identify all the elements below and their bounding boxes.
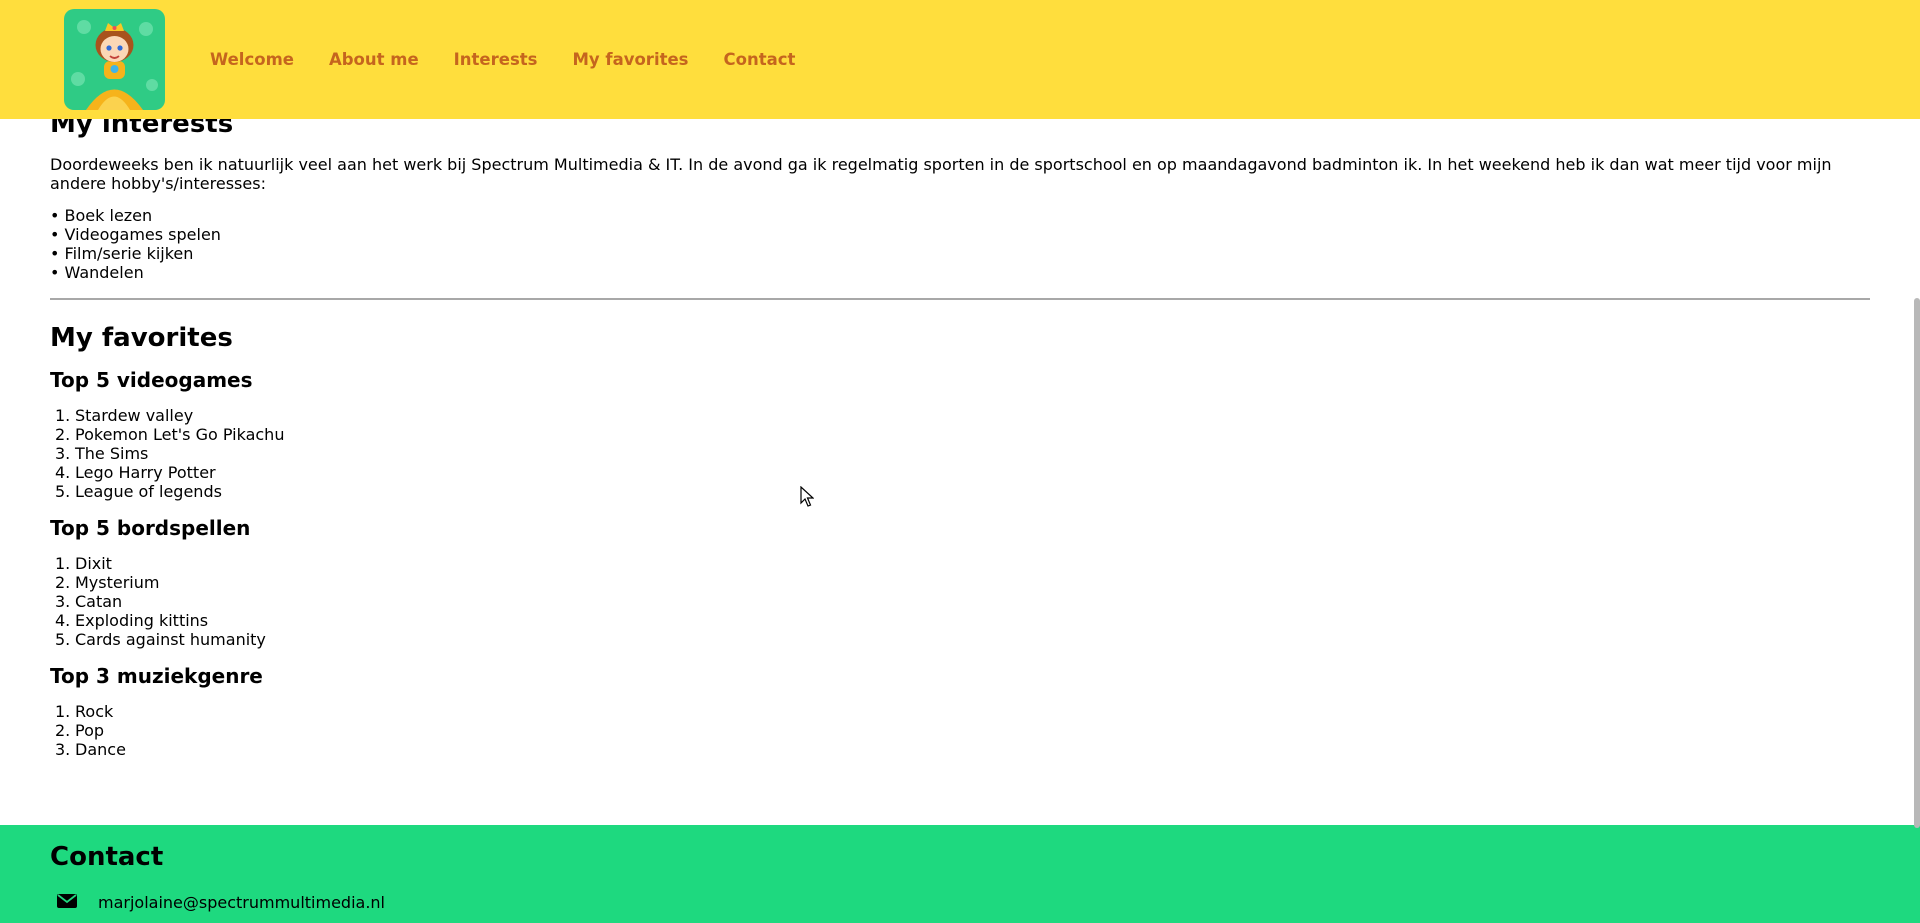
interests-text: Doordeweeks ben ik natuurlijk veel aan h… (50, 155, 1832, 193)
nav-link-about-me[interactable]: About me (329, 50, 419, 69)
list-item: 3. Dance (55, 740, 126, 759)
list-item: Videogames spelen (50, 225, 221, 244)
nav-link-contact[interactable]: Contact (724, 50, 796, 69)
logo-avatar[interactable] (64, 9, 165, 110)
boardgames-list: 1. Dixit 2. Mysterium 3. Catan 4. Exploding … (50, 554, 266, 649)
music-list: 1. Rock 2. Pop 3. Dance (50, 702, 126, 759)
list-item: Wandelen (50, 263, 221, 282)
list-item: Boek lezen (50, 206, 221, 225)
list-item: 4. Exploding kittins (55, 611, 209, 630)
envelope-icon (57, 894, 77, 908)
list-item: 4. Lego Harry Potter (55, 463, 216, 482)
list-item: 2. Pokemon Let's Go Pikachu (55, 425, 285, 444)
list-item: 3. Catan (55, 592, 123, 611)
nav-link-my-favorites[interactable]: My favorites (572, 50, 688, 69)
list-item: Film/serie kijken (50, 244, 221, 263)
list-item: 2. Pop (55, 721, 105, 740)
videogames-heading: Top 5 videogames (50, 368, 253, 392)
section-divider (50, 298, 1870, 300)
boardgames-heading: Top 5 bordspellen (50, 516, 251, 540)
list-item: 1. Stardew valley (55, 406, 194, 425)
list-item: 1. Rock (55, 702, 114, 721)
list-item: 1. Dixit (55, 554, 112, 573)
videogames-list: 1. Stardew valley 2. Pokemon Let's Go Pika… (50, 406, 284, 501)
music-heading: Top 3 muziekgenre (50, 664, 263, 688)
page-scrollbar[interactable] (1914, 298, 1920, 828)
hobby-list: Boek lezen Videogames spelen Film/serie … (50, 206, 221, 282)
list-item: 3. The Sims (55, 444, 149, 463)
list-item: 5. League of legends (55, 482, 222, 501)
nav-link-welcome[interactable]: Welcome (210, 50, 294, 69)
mouse-cursor-icon (800, 486, 814, 507)
contact-heading: Contact (50, 842, 164, 872)
email-link[interactable]: marjolaine@spectrummultimedia.nl (98, 893, 385, 912)
list-item: 2. Mysterium (55, 573, 160, 592)
page-content: My interests Doordeweeks ben ik natuurli… (0, 0, 1920, 923)
main-nav: Welcome About me Interests My favorites … (210, 0, 830, 119)
list-item: 5. Cards against humanity (55, 630, 266, 649)
contact-section: Contact marjolaine@spectrummultimedia.nl (0, 825, 1920, 923)
favorites-heading: My favorites (50, 323, 233, 353)
nav-link-interests[interactable]: Interests (454, 50, 538, 69)
site-header: Welcome About me Interests My favorites … (0, 0, 1920, 119)
